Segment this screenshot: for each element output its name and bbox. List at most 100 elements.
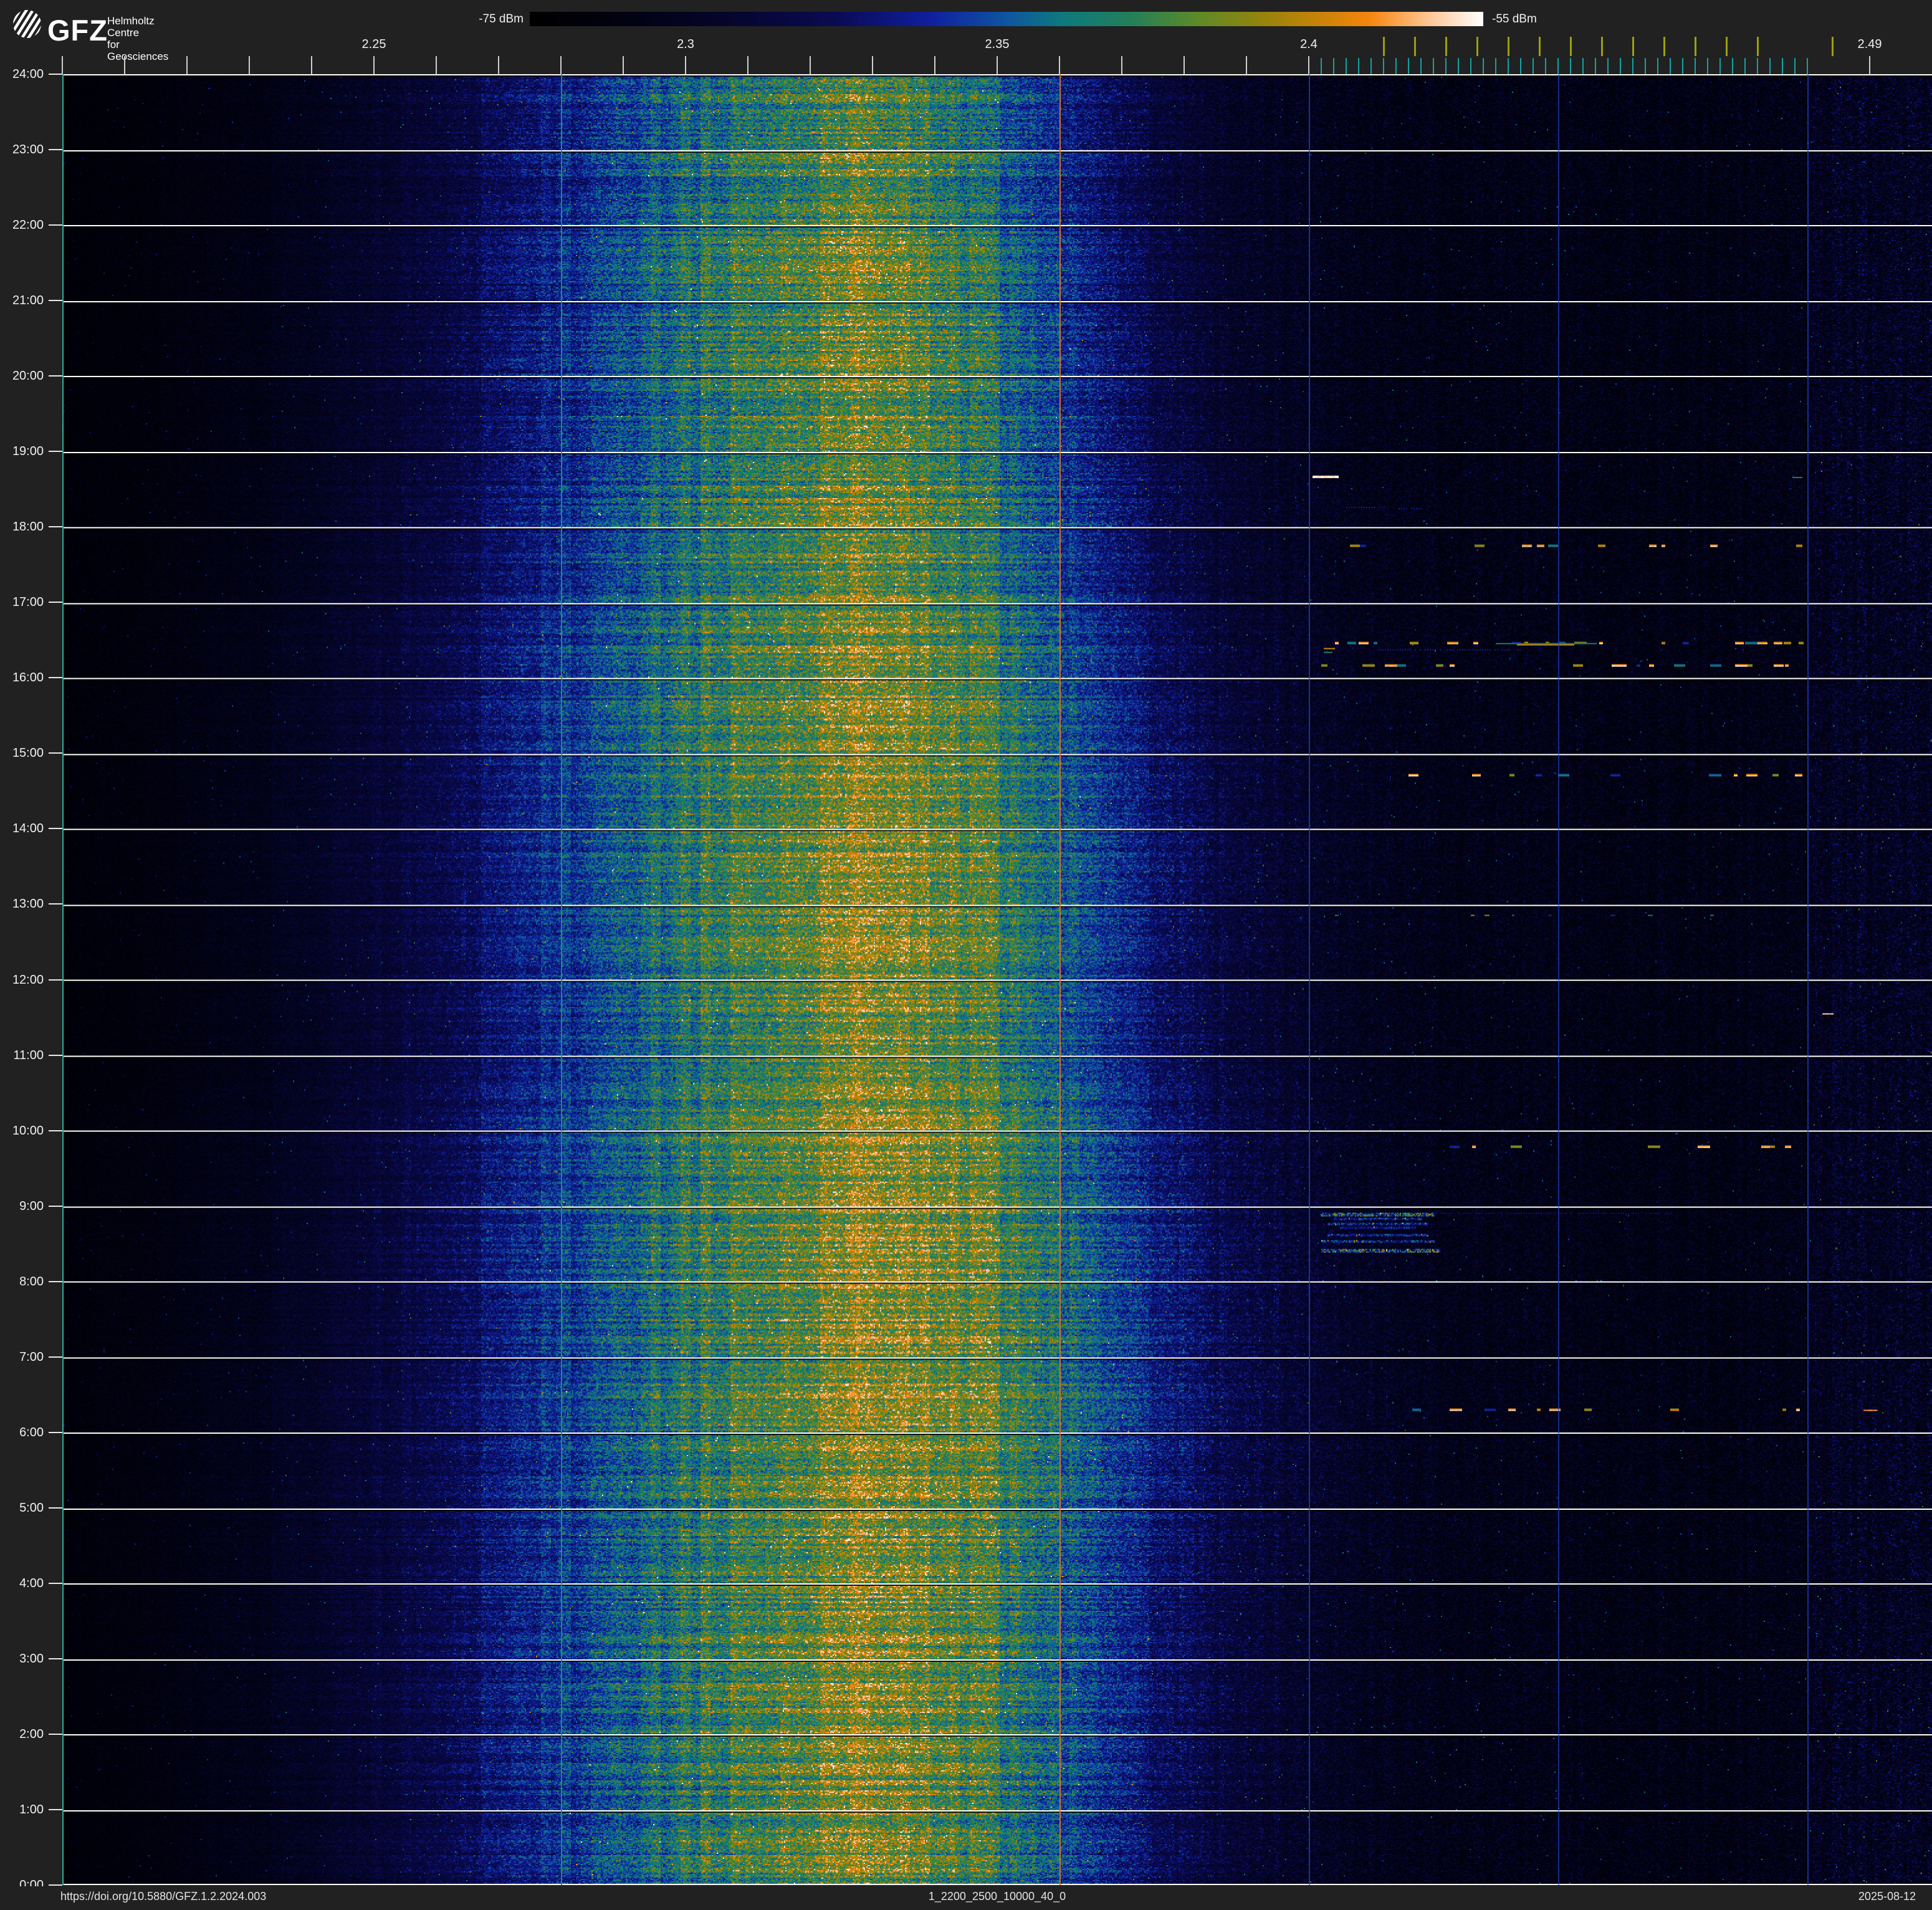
spectrogram-canvas — [62, 74, 1932, 1885]
footer-bar: https://doi.org/10.5880/GFZ.1.2.2024.003… — [0, 1886, 1932, 1910]
ble-channel-tick — [1732, 58, 1733, 74]
wifi-channel-tick — [1570, 37, 1572, 56]
freq-tick — [186, 56, 188, 74]
hour-label: 8:00 — [19, 1274, 44, 1289]
freq-tick — [1059, 56, 1060, 74]
hour-label: 12:00 — [12, 972, 44, 987]
ble-channel-tick — [1645, 58, 1646, 74]
freq-tick — [810, 56, 811, 74]
header-bar: GFZ Helmholtz Centre for Geosciences -75… — [0, 0, 1932, 62]
wifi-channel-tick — [1476, 37, 1478, 56]
hour-tick — [49, 1280, 62, 1282]
wifi-channel-tick — [1832, 37, 1834, 56]
ble-channel-tick — [1333, 58, 1334, 74]
ble-channel-tick — [1707, 58, 1708, 74]
freq-tick — [872, 56, 873, 74]
gfz-logo-icon — [12, 9, 42, 38]
ble-channel-tick — [1358, 58, 1359, 74]
wifi-channel-tick — [1414, 37, 1416, 56]
ble-channel-tick — [1595, 58, 1596, 74]
date-label: 2025-08-12 — [1858, 1890, 1916, 1903]
ble-channel-tick — [1719, 58, 1721, 74]
freq-tick-label: 2.25 — [361, 37, 386, 51]
ble-channel-tick — [1620, 58, 1621, 74]
ble-channel-tick — [1670, 58, 1671, 74]
hour-label: 2:00 — [19, 1727, 44, 1741]
freq-tick — [623, 56, 624, 74]
hour-tick — [49, 752, 62, 754]
wifi-channel-tick — [1445, 37, 1447, 56]
ble-channel-tick — [1807, 58, 1808, 74]
ble-channel-tick — [1470, 58, 1471, 74]
wifi-channel-tick — [1383, 37, 1385, 56]
colorbar-min-label: -75 dBm — [479, 12, 524, 26]
wifi-channel-tick — [1663, 37, 1665, 56]
wifi-channel-tick — [1601, 37, 1603, 56]
logo-subtitle-line1: Helmholtz Centre — [107, 15, 155, 39]
ble-channel-tick — [1445, 58, 1447, 74]
ble-channel-tick — [1458, 58, 1459, 74]
freq-tick-label: 2.35 — [985, 37, 1010, 51]
hour-tick — [49, 1130, 62, 1131]
freq-tick — [997, 56, 998, 74]
hour-tick — [49, 224, 62, 226]
ble-channel-tick — [1607, 58, 1609, 74]
ble-channel-tick — [1346, 58, 1347, 74]
hour-tick — [49, 1733, 62, 1735]
ble-channel-tick — [1495, 58, 1496, 74]
ble-channel-tick — [1570, 58, 1571, 74]
hour-tick — [49, 1205, 62, 1207]
ble-channel-tick — [1545, 58, 1546, 74]
freq-tick — [1121, 56, 1122, 74]
hour-label: 24:00 — [12, 67, 44, 81]
freq-tick-label: 2.3 — [677, 37, 694, 51]
freq-tick — [934, 56, 935, 74]
hour-label: 1:00 — [19, 1802, 44, 1816]
gfz-logo: GFZ Helmholtz Centre for Geosciences — [12, 8, 168, 62]
hour-tick — [49, 828, 62, 830]
ble-channel-tick — [1321, 58, 1322, 74]
hour-label: 17:00 — [12, 595, 44, 610]
ble-channel-tick — [1557, 58, 1559, 74]
freq-tick — [1184, 56, 1185, 74]
ble-channel-tick — [1520, 58, 1521, 74]
freq-tick — [373, 56, 375, 74]
ble-channel-tick — [1508, 58, 1509, 74]
hour-label: 11:00 — [13, 1048, 44, 1062]
hour-tick — [49, 1054, 62, 1056]
ble-channel-tick — [1370, 58, 1372, 74]
hour-label: 5:00 — [19, 1500, 44, 1515]
ble-channel-tick — [1794, 58, 1796, 74]
ble-channel-tick — [1682, 58, 1683, 74]
hour-tick — [49, 74, 62, 75]
hour-tick — [49, 1582, 62, 1584]
freq-tick-label: 2.49 — [1857, 37, 1882, 51]
freq-tick — [1308, 56, 1309, 74]
dataset-id-label: 1_2200_2500_10000_40_0 — [928, 1890, 1066, 1903]
ble-channel-tick — [1433, 58, 1434, 74]
wifi-channel-tick — [1695, 37, 1696, 56]
wifi-channel-tick — [1757, 37, 1759, 56]
logo-subtitle-line2: for Geosciences — [107, 39, 169, 62]
logo-subtitle: Helmholtz Centre for Geosciences — [107, 15, 168, 62]
logo-brand-text: GFZ — [47, 14, 108, 47]
hour-label: 22:00 — [12, 218, 44, 233]
hour-label: 18:00 — [12, 520, 44, 534]
ble-channel-tick — [1657, 58, 1658, 74]
hour-tick — [49, 300, 62, 302]
freq-tick-label: 2.4 — [1300, 37, 1317, 51]
ble-channel-tick — [1408, 58, 1409, 74]
freq-tick — [685, 56, 686, 74]
ble-channel-tick — [1782, 58, 1783, 74]
ble-channel-tick — [1395, 58, 1397, 74]
colorbar-gradient — [530, 12, 1483, 26]
wifi-channel-tick — [1539, 37, 1541, 56]
hour-label: 6:00 — [19, 1425, 44, 1439]
hour-label: 21:00 — [12, 294, 44, 308]
hour-tick — [49, 526, 62, 528]
freq-tick — [249, 56, 250, 74]
hour-label: 10:00 — [12, 1123, 44, 1138]
wifi-channel-tick — [1726, 37, 1728, 56]
hour-label: 15:00 — [12, 746, 44, 761]
hour-tick — [49, 1808, 62, 1810]
